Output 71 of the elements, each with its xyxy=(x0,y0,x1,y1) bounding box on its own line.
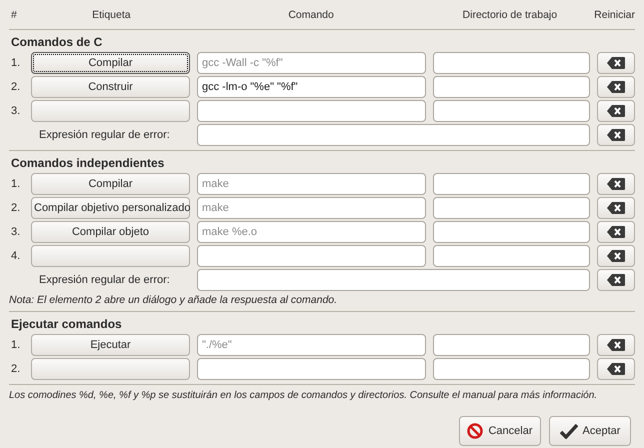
error-regex-label: Expresión regular de error: xyxy=(38,272,171,288)
clear-icon xyxy=(607,339,625,351)
label-button[interactable]: Construir xyxy=(31,76,190,98)
clear-button[interactable] xyxy=(597,245,635,267)
directory-field[interactable] xyxy=(433,245,590,267)
label-button[interactable]: Compilar xyxy=(31,173,190,195)
error-regex-label: Expresión regular de error: xyxy=(38,128,171,143)
row-number: 1. xyxy=(10,338,22,353)
clear-button[interactable] xyxy=(597,100,635,122)
directory-field[interactable] xyxy=(433,197,590,219)
clear-button[interactable] xyxy=(597,52,635,74)
column-header: # xyxy=(10,8,18,24)
row-number: 1. xyxy=(10,176,22,192)
ok-button[interactable]: Aceptar xyxy=(549,416,631,446)
directory-field[interactable] xyxy=(433,76,590,98)
clear-button[interactable] xyxy=(597,197,635,219)
clear-icon xyxy=(607,250,625,262)
clear-button[interactable] xyxy=(597,124,635,146)
command-field[interactable]: gcc -lm-o "%e" "%f" xyxy=(197,76,426,98)
command-field[interactable] xyxy=(197,100,426,122)
error-regex-field[interactable] xyxy=(197,269,590,291)
row-number: 4. xyxy=(10,248,22,264)
clear-icon xyxy=(607,105,625,117)
column-header: Etiqueta xyxy=(91,8,132,24)
label-button[interactable] xyxy=(31,100,190,122)
command-field[interactable] xyxy=(197,245,426,267)
row-number: 2. xyxy=(10,200,22,216)
row-number: 1. xyxy=(10,56,22,71)
clear-button[interactable] xyxy=(597,334,635,356)
clear-icon xyxy=(607,57,625,69)
directory-field[interactable] xyxy=(433,334,590,356)
clear-icon xyxy=(607,178,625,190)
clear-icon xyxy=(607,363,625,375)
label-button[interactable]: Compilar xyxy=(31,52,190,74)
section-title: Ejecutar comandos xyxy=(10,316,123,333)
column-header: Comando xyxy=(287,8,335,24)
section-title: Comandos independientes xyxy=(10,155,166,172)
clear-icon xyxy=(607,226,625,238)
note-text: Nota: El elemento 2 abre un diálogo y añade la respuesta al comando. xyxy=(9,293,338,308)
label-button[interactable]: Compilar objetivo personalizado xyxy=(31,197,190,219)
directory-field[interactable] xyxy=(433,221,590,243)
row-number: 3. xyxy=(10,224,22,240)
footer-note: Los comodines %d, %e, %f y %p se sustituirán en los campos de comandos y directorios. Consulte el manual para más información. xyxy=(9,389,598,403)
directory-field[interactable] xyxy=(433,173,590,195)
clear-icon xyxy=(607,129,625,141)
clear-icon xyxy=(607,202,625,214)
cancel-button[interactable]: Cancelar xyxy=(459,416,541,446)
clear-button[interactable] xyxy=(597,358,635,380)
clear-button[interactable] xyxy=(597,76,635,98)
row-number: 2. xyxy=(10,80,22,95)
directory-field[interactable] xyxy=(433,358,590,380)
column-header: Directorio de trabajo xyxy=(462,8,558,24)
directory-field[interactable] xyxy=(433,52,590,74)
clear-icon xyxy=(607,81,625,93)
cancel-icon xyxy=(467,423,484,439)
label-button[interactable]: Ejecutar xyxy=(31,334,190,356)
row-number: 2. xyxy=(10,362,22,377)
label-button[interactable] xyxy=(31,358,190,380)
clear-icon xyxy=(607,274,625,286)
error-regex-field[interactable] xyxy=(197,124,590,146)
label-button[interactable] xyxy=(31,245,190,267)
clear-button[interactable] xyxy=(597,221,635,243)
column-header: Reiniciar xyxy=(593,8,635,24)
directory-field[interactable] xyxy=(433,100,590,122)
label-button[interactable]: Compilar objeto xyxy=(31,221,190,243)
clear-button[interactable] xyxy=(597,173,635,195)
command-field[interactable] xyxy=(197,358,426,380)
checkmark-icon xyxy=(560,423,578,439)
row-number: 3. xyxy=(10,104,22,119)
clear-button[interactable] xyxy=(597,269,635,291)
section-title: Comandos de C xyxy=(10,34,104,51)
